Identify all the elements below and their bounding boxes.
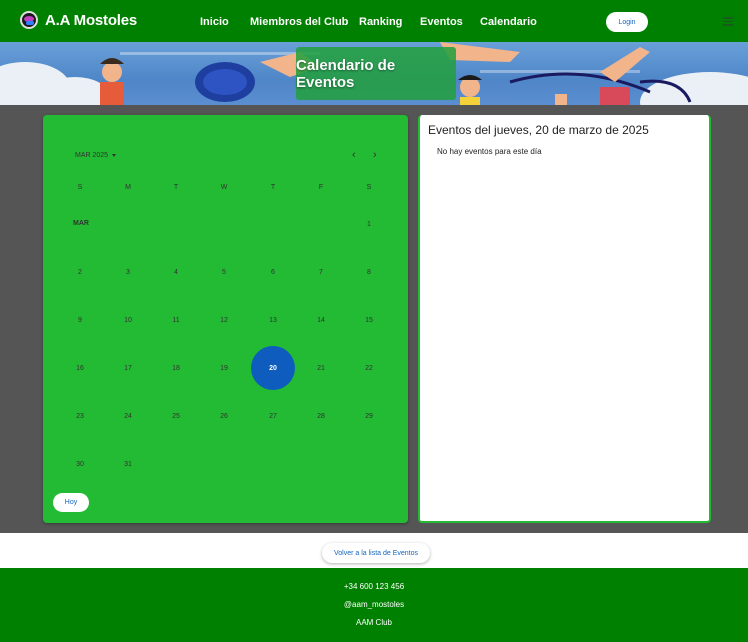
banner-title-box: Calendario de Eventos [296,47,456,100]
weekday-label: F [318,184,324,191]
chevron-left-icon[interactable]: ‹ [352,149,356,161]
calendar-day[interactable]: 21 [299,346,343,390]
footer: +34 600 123 456 @aam_mostoles AAM Club [0,568,748,642]
month-year-label: MAR 2025 [75,152,109,159]
footer-phone: +34 600 123 456 [343,582,405,591]
weekday-label: T [173,184,179,191]
caret-down-icon [112,154,117,157]
weekday-label: W [220,184,228,191]
calendar-day[interactable]: 18 [154,346,198,390]
calendar-day[interactable]: 17 [106,346,150,390]
footer-club: AAM Club [355,618,392,627]
calendar-widget: MAR 2025 ‹ › S M T W T F S MAR 123456789… [43,115,408,523]
weekday-label: S [366,184,372,191]
calendar-day[interactable]: 10 [106,298,150,342]
nav-link-inicio[interactable]: Inicio [200,16,229,28]
nav-link-calendario[interactable]: Calendario [480,16,537,28]
calendar-day[interactable]: 22 [347,346,391,390]
weekday-label: M [125,184,131,191]
calendar-day[interactable]: 24 [106,394,150,438]
calendar-day[interactable]: 28 [299,394,343,438]
calendar-day[interactable]: 16 [58,346,102,390]
page-title: Calendario de Eventos [296,56,396,91]
no-events-message: No hay eventos para este día [437,147,542,156]
back-to-events-button[interactable]: Volver a la lista de Eventos [322,543,430,563]
club-logo-icon [20,11,38,29]
menu-icon[interactable] [723,17,733,26]
calendar-day[interactable]: 8 [347,250,391,294]
nav-link-miembros[interactable]: Miembros del Club [250,16,348,28]
calendar-day[interactable]: 1 [347,202,391,246]
calendar-day[interactable]: 29 [347,394,391,438]
chevron-right-icon[interactable]: › [373,149,377,161]
calendar-day[interactable]: 23 [58,394,102,438]
brand[interactable]: A.A Mostoles [20,11,137,29]
events-panel: Eventos del jueves, 20 de marzo de 2025 … [418,115,711,523]
footer-social: @aam_mostoles [343,600,405,609]
calendar-day[interactable]: 25 [154,394,198,438]
main-content: MAR 2025 ‹ › S M T W T F S MAR 123456789… [0,105,748,533]
calendar-day[interactable]: 15 [347,298,391,342]
calendar-day[interactable]: 11 [154,298,198,342]
brand-name: A.A Mostoles [45,11,138,29]
login-button[interactable]: Login [606,12,648,32]
calendar-day-selected[interactable]: 20 [251,346,295,390]
calendar-day[interactable]: 2 [58,250,102,294]
calendar-day[interactable]: 5 [202,250,246,294]
calendar-day[interactable]: 4 [154,250,198,294]
nav-link-ranking[interactable]: Ranking [359,16,402,28]
calendar-day[interactable]: 13 [251,298,295,342]
today-button[interactable]: Hoy [53,493,89,512]
calendar-day[interactable]: 14 [299,298,343,342]
calendar-day[interactable]: 3 [106,250,150,294]
weekday-label: T [270,184,276,191]
events-title: Eventos del jueves, 20 de marzo de 2025 [428,123,649,137]
month-label: MAR [73,220,89,227]
calendar-day[interactable]: 6 [251,250,295,294]
calendar-day[interactable]: 19 [202,346,246,390]
calendar-day[interactable]: 27 [251,394,295,438]
top-navbar: A.A Mostoles Inicio Miembros del Club Ra… [0,0,748,42]
calendar-day[interactable]: 12 [202,298,246,342]
calendar-day[interactable]: 30 [58,442,102,486]
calendar-day[interactable]: 7 [299,250,343,294]
weekday-label: S [77,184,83,191]
month-year-selector[interactable]: MAR 2025 [75,152,117,159]
nav-link-eventos[interactable]: Eventos [420,16,463,28]
calendar-day[interactable]: 9 [58,298,102,342]
calendar-day[interactable]: 26 [202,394,246,438]
calendar-day[interactable]: 31 [106,442,150,486]
hero-banner: Calendario de Eventos [0,42,748,105]
